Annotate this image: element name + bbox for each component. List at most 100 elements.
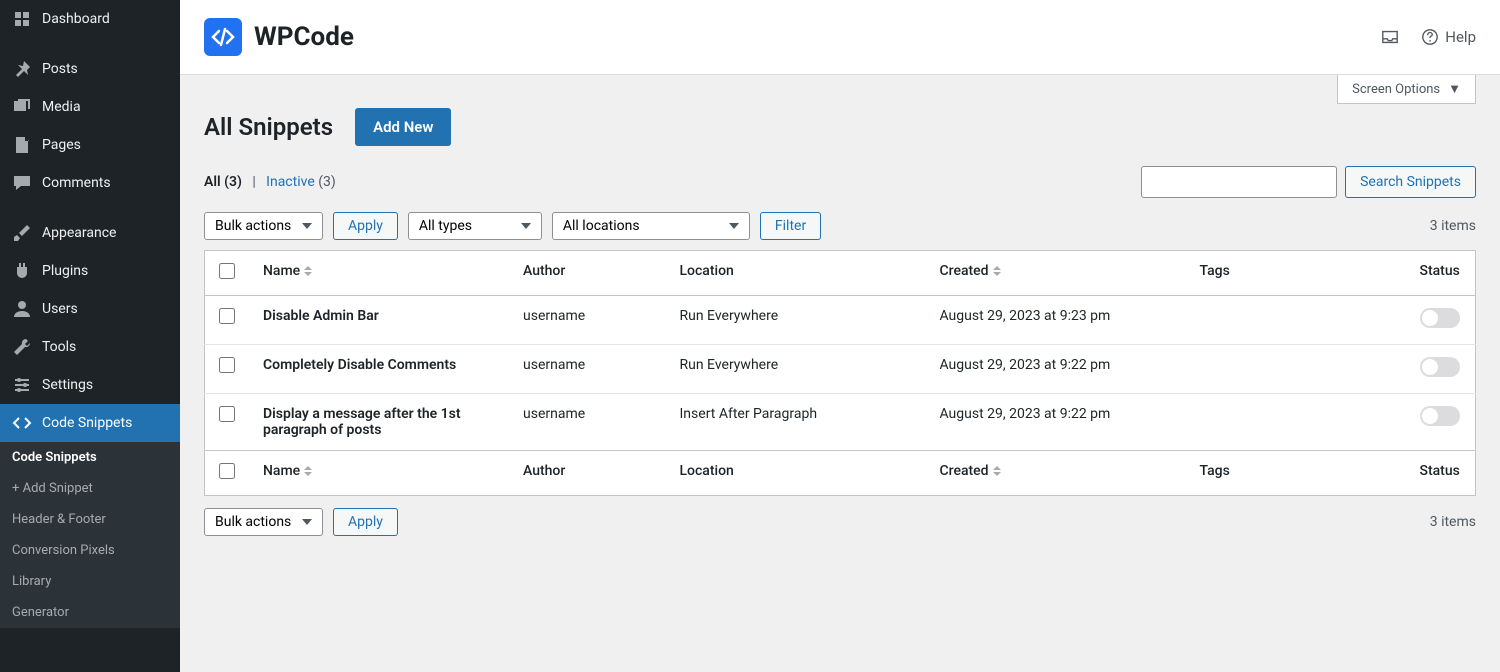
comment-icon [12,173,32,193]
sidebar-item-posts[interactable]: Posts [0,50,180,88]
sort-icon [304,266,312,276]
sidebar-label: Plugins [42,263,88,279]
table-row: Completely Disable Comments username Run… [205,345,1476,394]
screen-options-label: Screen Options [1352,82,1440,97]
screen-options-toggle[interactable]: Screen Options ▼ [1337,75,1476,104]
snippet-author: username [509,394,666,451]
sidebar-item-pages[interactable]: Pages [0,126,180,164]
status-toggle[interactable] [1420,406,1460,426]
snippets-table: Name Author Location Created Tags Status… [204,250,1476,496]
th-name[interactable]: Name [249,251,509,296]
status-toggle[interactable] [1420,308,1460,328]
snippet-location: Run Everywhere [666,296,926,345]
subnav-code-snippets[interactable]: Code Snippets [0,442,180,473]
sidebar-subnav: Code Snippets + Add Snippet Header & Foo… [0,442,180,628]
sidebar-item-media[interactable]: Media [0,88,180,126]
th-status: Status [1406,251,1476,296]
subnav-library[interactable]: Library [0,566,180,597]
wrench-icon [12,337,32,357]
snippet-created: August 29, 2023 at 9:22 pm [926,345,1186,394]
types-select[interactable]: All types [408,212,542,240]
sidebar-label: Settings [42,377,93,393]
tf-name[interactable]: Name [249,451,509,496]
select-all-checkbox-top[interactable] [219,263,235,279]
snippet-created: August 29, 2023 at 9:23 pm [926,296,1186,345]
sidebar-item-users[interactable]: Users [0,290,180,328]
tf-tags: Tags [1186,451,1406,496]
locations-select[interactable]: All locations [552,212,750,240]
sidebar-label: Users [42,301,78,317]
snippet-author: username [509,296,666,345]
snippet-name[interactable]: Completely Disable Comments [249,345,509,394]
snippet-name[interactable]: Display a message after the 1st paragrap… [249,394,509,451]
sidebar-label: Dashboard [42,11,110,27]
subnav-conversion-pixels[interactable]: Conversion Pixels [0,535,180,566]
subnav-header-footer[interactable]: Header & Footer [0,504,180,535]
filter-status-links: All (3) | Inactive (3) [204,174,336,190]
status-toggle[interactable] [1420,357,1460,377]
sidebar-item-plugins[interactable]: Plugins [0,252,180,290]
brush-icon [12,223,32,243]
sidebar-item-appearance[interactable]: Appearance [0,214,180,252]
row-checkbox[interactable] [219,357,235,373]
sidebar-label: Posts [42,61,78,77]
sort-icon [304,466,312,476]
sort-icon [993,466,1001,476]
sidebar-label: Media [42,99,81,115]
code-icon [12,413,32,433]
tf-status: Status [1406,451,1476,496]
sidebar-item-comments[interactable]: Comments [0,164,180,202]
sidebar-item-dashboard[interactable]: Dashboard [0,0,180,38]
apply-button-bottom[interactable]: Apply [333,508,398,536]
apply-button-top[interactable]: Apply [333,212,398,240]
row-checkbox[interactable] [219,406,235,422]
pin-icon [12,59,32,79]
search-button[interactable]: Search Snippets [1345,166,1476,198]
main-content: WPCode Help Screen Options ▼ All Snippet… [180,0,1500,672]
help-link[interactable]: Help [1421,28,1476,46]
bulk-actions-select[interactable]: Bulk actions [204,212,323,240]
sidebar-label: Code Snippets [42,415,132,431]
items-count-bottom: 3 items [1430,514,1476,530]
filter-button[interactable]: Filter [760,212,821,240]
filter-inactive-link[interactable]: Inactive [266,174,315,190]
snippet-created: August 29, 2023 at 9:22 pm [926,394,1186,451]
bulk-actions-select-bottom[interactable]: Bulk actions [204,508,323,536]
th-created[interactable]: Created [926,251,1186,296]
media-icon [12,97,32,117]
tf-author: Author [509,451,666,496]
sidebar-item-settings[interactable]: Settings [0,366,180,404]
tf-location: Location [666,451,926,496]
wpcode-logo-icon [204,18,242,56]
th-tags: Tags [1186,251,1406,296]
sidebar-item-tools[interactable]: Tools [0,328,180,366]
admin-sidebar: Dashboard Posts Media Pages Comments App… [0,0,180,672]
snippet-location: Run Everywhere [666,345,926,394]
add-new-button[interactable]: Add New [355,108,451,146]
brand: WPCode [204,18,354,56]
tf-created[interactable]: Created [926,451,1186,496]
help-icon [1421,28,1439,46]
th-author: Author [509,251,666,296]
select-all-checkbox-bottom[interactable] [219,463,235,479]
subnav-generator[interactable]: Generator [0,597,180,628]
items-count-top: 3 items [1430,218,1476,234]
filter-all-link[interactable]: All (3) [204,174,242,190]
sort-icon [993,266,1001,276]
sidebar-item-code-snippets[interactable]: Code Snippets [0,404,180,442]
subnav-add-snippet[interactable]: + Add Snippet [0,473,180,504]
inbox-icon[interactable] [1381,28,1399,46]
th-location: Location [666,251,926,296]
sidebar-label: Appearance [42,225,116,241]
sidebar-label: Comments [42,175,111,191]
snippet-location: Insert After Paragraph [666,394,926,451]
search-input[interactable] [1141,166,1337,198]
snippet-name[interactable]: Disable Admin Bar [249,296,509,345]
brand-name: WPCode [254,22,354,52]
topbar: WPCode Help [180,0,1500,75]
row-checkbox[interactable] [219,308,235,324]
table-row: Display a message after the 1st paragrap… [205,394,1476,451]
sidebar-label: Pages [42,137,81,153]
user-icon [12,299,32,319]
topbar-right: Help [1381,28,1476,46]
